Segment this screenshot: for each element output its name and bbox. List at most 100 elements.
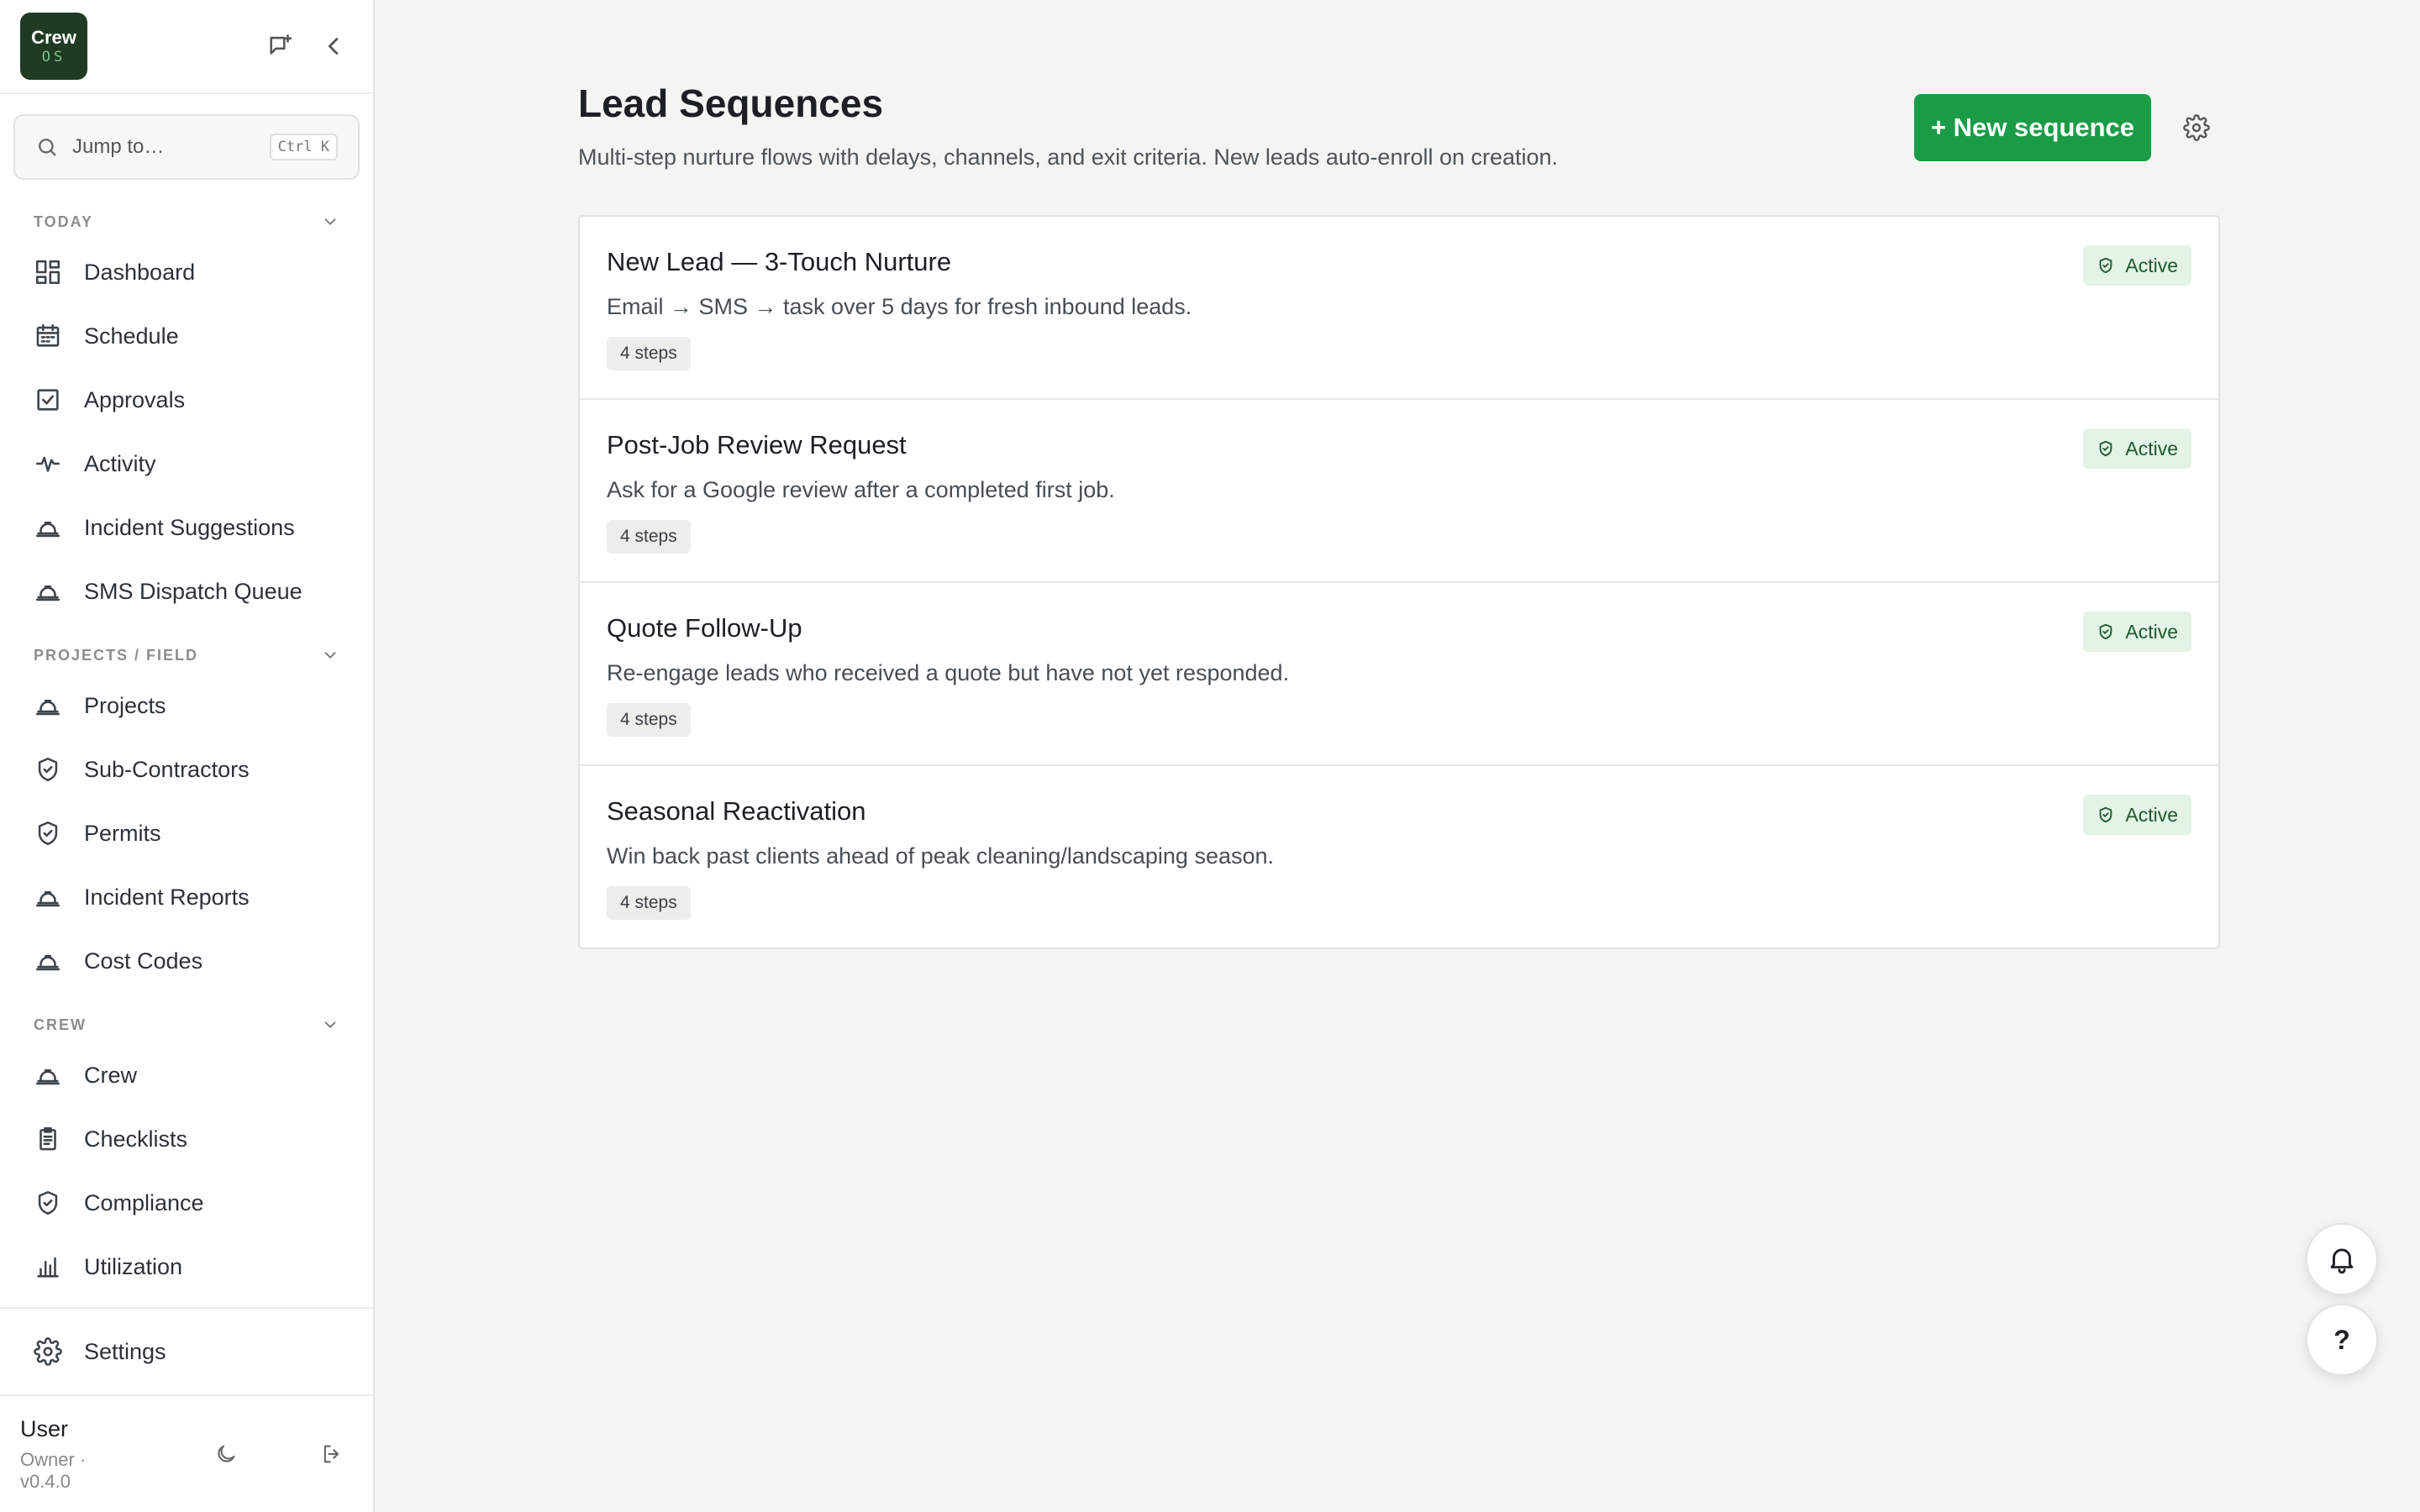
- theme-toggle-moon-icon[interactable]: [205, 1433, 247, 1475]
- sequence-name[interactable]: Post-Job Review Request: [607, 430, 2191, 460]
- logo-text-crew: Crew: [31, 26, 76, 48]
- feedback-icon[interactable]: [262, 28, 299, 65]
- chevron-down-icon[interactable]: [321, 646, 339, 664]
- sidebar-item-label: Compliance: [84, 1189, 204, 1215]
- section-header-projects-field[interactable]: PROJECTS / FIELD: [0, 637, 373, 674]
- notifications-bell-icon[interactable]: [2306, 1223, 2378, 1295]
- dashboard-icon: [35, 260, 60, 285]
- app-root: Crew OS Jump to… Ctrl K TODAY Dashboard Sc…: [0, 0, 2420, 1512]
- sidebar-item-label: Schedule: [84, 323, 179, 349]
- sidebar-item-label: Projects: [84, 692, 166, 718]
- section-header-crew[interactable]: CREW: [0, 1006, 373, 1043]
- sidebar-item-label: Crew: [84, 1062, 138, 1088]
- hardhat-icon: [35, 700, 60, 716]
- sidebar: Crew OS Jump to… Ctrl K TODAY Dashboard Sc…: [0, 0, 375, 1512]
- sequence-name[interactable]: Quote Follow-Up: [607, 613, 2191, 643]
- sidebar-item-settings[interactable]: Settings: [0, 1320, 373, 1383]
- status-badge: Active: [2083, 795, 2191, 835]
- sidebar-item-cost-codes[interactable]: Cost Codes: [0, 929, 373, 993]
- bar-chart-icon: [37, 1257, 59, 1278]
- sequence-card[interactable]: Quote Follow-Up Re-engage leads who recei…: [580, 583, 2218, 766]
- sequence-card[interactable]: Seasonal Reactivation Win back past clien…: [580, 766, 2218, 948]
- chevron-down-icon[interactable]: [321, 213, 339, 231]
- status-badge: Active: [2083, 245, 2191, 286]
- sidebar-item-label: Dashboard: [84, 259, 196, 285]
- checkbox-icon: [37, 389, 59, 411]
- hardhat-icon: [35, 1069, 60, 1085]
- section-title: PROJECTS / FIELD: [34, 646, 199, 664]
- user-panel: User Owner · v0.4.0: [0, 1396, 373, 1512]
- sidebar-item-label: Approvals: [84, 386, 186, 412]
- app-logo[interactable]: Crew OS: [20, 13, 87, 80]
- steps-count-badge: 4 steps: [607, 703, 691, 737]
- status-label: Active: [2125, 254, 2178, 276]
- sidebar-item-sub-contractors[interactable]: Sub-Contractors: [0, 738, 373, 801]
- sidebar-item-crew[interactable]: Crew: [0, 1043, 373, 1107]
- status-label: Active: [2125, 803, 2178, 826]
- shield-icon: [38, 821, 58, 846]
- sidebar-item-sms-dispatch-queue[interactable]: SMS Dispatch Queue: [0, 559, 373, 623]
- status-label: Active: [2125, 620, 2178, 643]
- user-role-version: Owner · v0.4.0: [20, 1448, 87, 1492]
- sidebar-item-schedule[interactable]: Schedule: [0, 304, 373, 368]
- sidebar-item-label: Sub-Contractors: [84, 756, 250, 782]
- sidebar-item-label: SMS Dispatch Queue: [84, 578, 302, 604]
- sidebar-item-label: Incident Reports: [84, 884, 250, 910]
- hardhat-icon: [35, 522, 60, 538]
- sidebar-item-label: Settings: [84, 1338, 166, 1364]
- sidebar-item-approvals[interactable]: Approvals: [0, 368, 373, 432]
- sidebar-item-label: Cost Codes: [84, 948, 203, 974]
- steps-count-badge: 4 steps: [607, 886, 691, 920]
- shield-check-icon: [2100, 623, 2112, 640]
- sidebar-item-projects[interactable]: Projects: [0, 674, 373, 738]
- sequence-name[interactable]: New Lead — 3-Touch Nurture: [607, 247, 2191, 277]
- section-title: CREW: [34, 1016, 87, 1033]
- new-sequence-button[interactable]: + New sequence: [1914, 94, 2151, 161]
- jump-to-search[interactable]: Jump to… Ctrl K: [13, 114, 360, 180]
- sidebar-item-permits[interactable]: Permits: [0, 801, 373, 865]
- shield-icon: [38, 757, 58, 782]
- sidebar-item-incident-suggestions[interactable]: Incident Suggestions: [0, 496, 373, 559]
- sequence-settings-gear-icon[interactable]: [2176, 108, 2217, 148]
- shield-check-icon: [2100, 257, 2112, 274]
- gear-icon: [34, 1337, 62, 1366]
- shield-check-icon: [2100, 806, 2112, 823]
- sidebar-item-label: Permits: [84, 820, 161, 846]
- section-title: TODAY: [34, 213, 94, 230]
- search-placeholder: Jump to…: [72, 135, 165, 158]
- sequence-name[interactable]: Seasonal Reactivation: [607, 796, 2191, 827]
- sidebar-item-compliance[interactable]: Compliance: [0, 1171, 373, 1235]
- status-badge: Active: [2083, 428, 2191, 469]
- sequence-description: Re-engage leads who received a quote but…: [607, 660, 1290, 685]
- sidebar-item-label: Incident Suggestions: [84, 514, 295, 540]
- sidebar-settings-row: Settings: [0, 1307, 373, 1396]
- collapse-sidebar-icon[interactable]: [316, 28, 353, 65]
- status-badge: Active: [2083, 612, 2191, 652]
- sequence-card[interactable]: Post-Job Review Request Ask for a Google …: [580, 400, 2218, 583]
- activity-icon: [35, 456, 60, 472]
- help-button[interactable]: ?: [2306, 1304, 2378, 1376]
- shield-icon: [38, 1190, 58, 1215]
- main-content: Lead Sequences Multi-step nurture flows …: [375, 0, 2420, 1512]
- sidebar-item-dashboard[interactable]: Dashboard: [0, 240, 373, 304]
- sidebar-item-checklists[interactable]: Checklists: [0, 1107, 373, 1171]
- user-info[interactable]: User Owner · v0.4.0: [20, 1416, 141, 1493]
- logout-icon[interactable]: [311, 1433, 353, 1475]
- help-label: ?: [2333, 1324, 2350, 1355]
- sequence-list: New Lead — 3-Touch Nurture Email → SMS → …: [578, 215, 2220, 949]
- clipboard-icon: [39, 1126, 56, 1151]
- steps-count-badge: 4 steps: [607, 520, 691, 554]
- steps-count-badge: 4 steps: [607, 337, 691, 370]
- sidebar-item-incident-reports[interactable]: Incident Reports: [0, 865, 373, 929]
- sidebar-item-activity[interactable]: Activity: [0, 432, 373, 496]
- section-header-today[interactable]: TODAY: [0, 203, 373, 240]
- sidebar-item-label: Utilization: [84, 1253, 183, 1279]
- chevron-down-icon[interactable]: [321, 1016, 339, 1034]
- calendar-icon: [36, 323, 60, 347]
- search-icon: [39, 139, 56, 156]
- status-label: Active: [2125, 437, 2178, 459]
- logo-text-os: OS: [41, 48, 66, 66]
- sidebar-nav: TODAY Dashboard Schedule Approvals Activity I…: [0, 197, 373, 1299]
- sidebar-item-utilization[interactable]: Utilization: [0, 1235, 373, 1299]
- sequence-card[interactable]: New Lead — 3-Touch Nurture Email → SMS → …: [580, 217, 2218, 400]
